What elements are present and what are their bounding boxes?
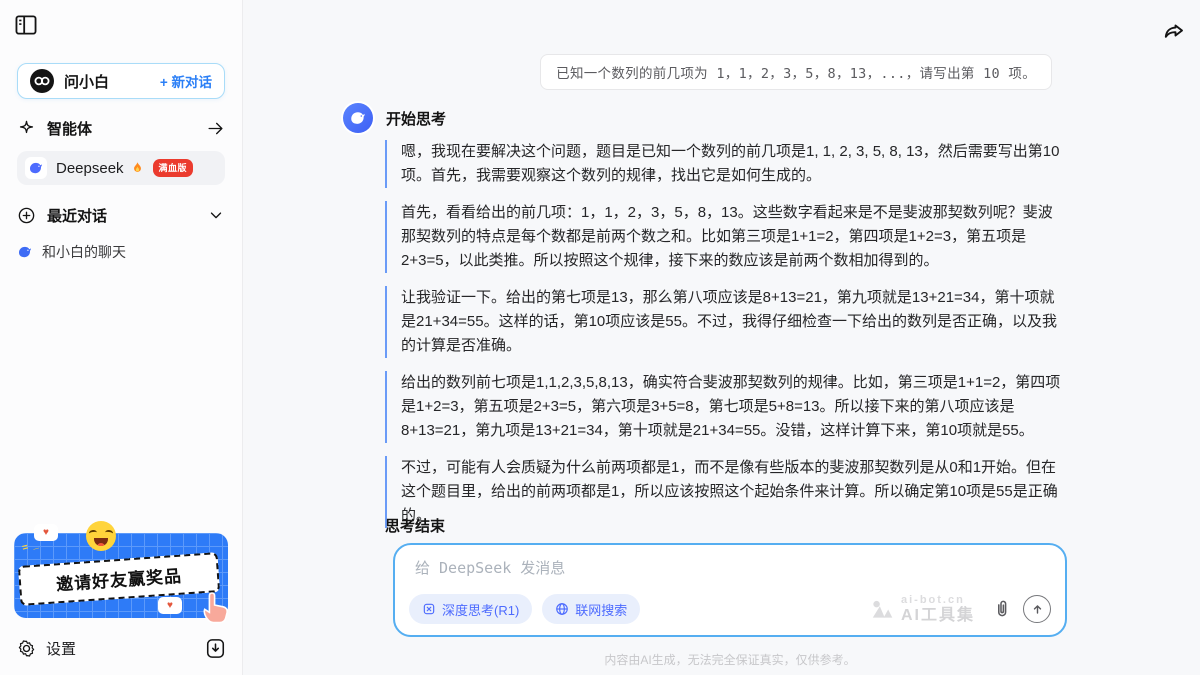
invite-banner-text: 邀请好友赢奖品 [18, 552, 220, 606]
chevron-down-icon[interactable] [207, 206, 225, 224]
download-app-icon[interactable] [206, 638, 225, 659]
flame-icon [130, 161, 145, 176]
composer-toolbar: 深度思考(R1) 联网搜索 ai-bot.cn AI工具集 [409, 594, 1051, 624]
globe-icon [555, 602, 569, 616]
ai-bot-logo-icon [869, 596, 895, 622]
wenxiaobai-logo-icon [30, 69, 54, 93]
brand-card[interactable]: 问小白 + 新对话 [17, 63, 225, 99]
circle-plus-icon [17, 206, 36, 225]
new-chat-button[interactable]: + 新对话 [160, 71, 212, 91]
chat-history-item[interactable]: 和小白的聊天 [17, 239, 225, 265]
recent-chats-label: 最近对话 [47, 205, 107, 226]
thinking-paragraph: 给出的数列前七项是1,1,2,3,5,8,13，确实符合斐波那契数列的规律。比如… [385, 371, 1063, 443]
sidebar: 问小白 + 新对话 智能体 Deepseek 满血版 [0, 0, 243, 675]
thinking-content: 嗯，我现在要解决这个问题，题目是已知一个数列的前几项是1, 1, 2, 3, 5… [385, 140, 1063, 541]
deepseek-r1-icon [422, 602, 436, 616]
thinking-paragraph: 首先，看看给出的前几项：1，1，2，3，5，8，13。这些数字看起来是不是斐波那… [385, 201, 1063, 273]
sidebar-item-deepseek[interactable]: Deepseek 满血版 [17, 151, 225, 185]
agents-label: 智能体 [47, 118, 92, 139]
arrow-right-icon [206, 119, 225, 138]
invite-banner[interactable]: = _ ♥ 邀请好友赢奖品 ♥ [14, 533, 228, 618]
confetti-decoration: = _ [21, 539, 40, 554]
assistant-header: 开始思考 [343, 103, 446, 133]
web-search-label: 联网搜索 [575, 600, 627, 619]
sidebar-item-recent-chats[interactable]: 最近对话 [17, 201, 225, 229]
thinking-paragraph: 让我验证一下。给出的第七项是13，那么第八项应该是8+13=21，第九项就是13… [385, 286, 1063, 358]
sparkle-icon [17, 119, 36, 138]
message-input[interactable] [415, 559, 1045, 577]
deep-think-label: 深度思考(R1) [442, 600, 519, 619]
settings-label[interactable]: 设置 [46, 638, 76, 659]
attach-paperclip-icon[interactable] [991, 598, 1013, 620]
chat-main: 已知一个数列的前几项为 1，1，2，3，5，8，13，...，请写出第 10 项… [243, 0, 1200, 675]
share-icon[interactable] [1162, 20, 1186, 44]
watermark-line2: AI工具集 [901, 608, 975, 624]
deepseek-badge: 满血版 [153, 159, 194, 177]
message-composer[interactable]: 深度思考(R1) 联网搜索 ai-bot.cn AI工具集 [393, 543, 1067, 637]
app-window: 问小白 + 新对话 智能体 Deepseek 满血版 [0, 0, 1200, 675]
heart-bubble-icon: ♥ [158, 597, 182, 614]
send-button[interactable] [1023, 595, 1051, 623]
settings-row: 设置 [17, 635, 225, 661]
chat-history-title: 和小白的聊天 [42, 242, 126, 262]
thinking-start-label: 开始思考 [386, 108, 446, 129]
brand-name: 问小白 [64, 71, 109, 92]
watermark-line1: ai-bot.cn [901, 595, 975, 606]
ai-disclaimer: 内容由AI生成，无法完全保证真实，仅供参考。 [393, 651, 1067, 668]
deepseek-label: Deepseek [56, 160, 124, 177]
thinking-paragraph: 嗯，我现在要解决这个问题，题目是已知一个数列的前几项是1, 1, 2, 3, 5… [385, 140, 1063, 188]
sidebar-item-agents[interactable]: 智能体 [17, 114, 225, 142]
watermark: ai-bot.cn AI工具集 [869, 595, 975, 624]
laughing-emoji-icon [86, 521, 116, 551]
thinking-end-label: 思考结束 [385, 515, 445, 536]
heart-bubble-icon: ♥ [34, 524, 58, 541]
web-search-toggle[interactable]: 联网搜索 [542, 594, 640, 624]
deepseek-whale-icon [25, 157, 47, 179]
deepseek-whale-icon [17, 244, 33, 260]
pointing-hand-icon [198, 590, 232, 628]
sidebar-toggle-icon[interactable] [15, 15, 37, 35]
deep-think-toggle[interactable]: 深度思考(R1) [409, 594, 532, 624]
user-message: 已知一个数列的前几项为 1，1，2，3，5，8，13，...，请写出第 10 项… [540, 54, 1052, 90]
gear-icon[interactable] [17, 639, 36, 658]
thinking-paragraph: 不过，可能有人会质疑为什么前两项都是1，而不是像有些版本的斐波那契数列是从0和1… [385, 456, 1063, 528]
deepseek-avatar [343, 103, 373, 133]
